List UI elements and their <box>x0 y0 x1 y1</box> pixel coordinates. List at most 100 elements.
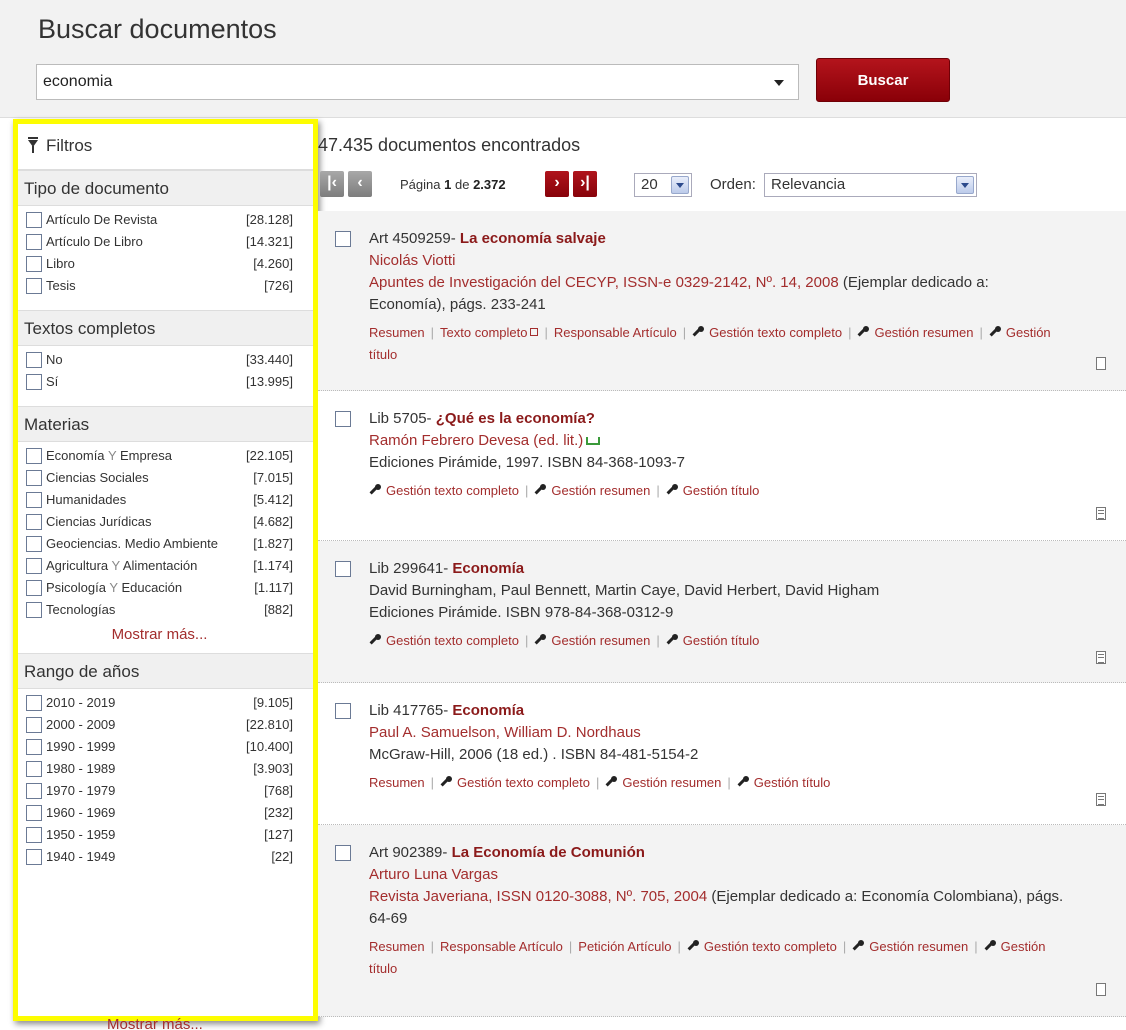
chevron-down-icon[interactable] <box>956 176 974 194</box>
checkbox[interactable] <box>26 739 42 755</box>
checkbox[interactable] <box>335 561 351 577</box>
order-select[interactable]: Relevancia <box>764 173 977 197</box>
filter-option[interactable]: 2000 - 2009 [22.810] <box>26 717 293 733</box>
filter-option[interactable]: Artículo De Libro [14.321] <box>26 234 293 250</box>
search-button[interactable]: Buscar <box>816 58 950 102</box>
checkbox[interactable] <box>26 805 42 821</box>
filter-option[interactable]: Psicología Y Educación [1.117] <box>26 580 293 596</box>
resumen-link[interactable]: Resumen <box>369 939 425 954</box>
manage-summary-link[interactable]: Gestión resumen <box>605 775 721 790</box>
checkbox[interactable] <box>26 374 42 390</box>
result-author-link[interactable]: Arturo Luna Vargas <box>369 864 1069 886</box>
checkbox[interactable] <box>26 352 42 368</box>
last-page-button[interactable]: ›| <box>573 171 597 197</box>
checkbox[interactable] <box>335 845 351 861</box>
filter-option[interactable]: 2010 - 2019 [9.105] <box>26 695 293 711</box>
checkbox[interactable] <box>26 695 42 711</box>
manage-title-link[interactable]: Gestión título <box>666 633 759 648</box>
search-input[interactable] <box>43 65 763 99</box>
result-title-link[interactable]: ¿Qué es la economía? <box>436 410 595 427</box>
result-author-link[interactable]: Paul A. Samuelson, William D. Nordhaus <box>369 722 1069 744</box>
result-title-line: Lib 5705- ¿Qué es la economía? <box>369 408 1069 430</box>
filter-option[interactable]: Tesis [726] <box>26 278 293 294</box>
result-title-link[interactable]: La economía salvaje <box>460 230 606 247</box>
filter-option[interactable]: Ciencias Jurídicas [4.682] <box>26 514 293 530</box>
full-text-link[interactable]: Texto completo <box>440 325 539 340</box>
result-title-link[interactable]: La Economía de Comunión <box>452 844 645 861</box>
checkbox[interactable] <box>26 602 42 618</box>
source-link[interactable]: Apuntes de Investigación del CECYP, ISSN… <box>369 274 839 291</box>
chevron-down-icon[interactable] <box>671 176 689 194</box>
checkbox[interactable] <box>26 492 42 508</box>
filter-option[interactable]: 1980 - 1989 [3.903] <box>26 761 293 777</box>
result-title-link[interactable]: Economía <box>452 560 524 577</box>
filter-option[interactable]: Ciencias Sociales [7.015] <box>26 470 293 486</box>
checkbox[interactable] <box>26 717 42 733</box>
result-title-line: Lib 299641- Economía <box>369 558 1069 580</box>
filter-option-label: Psicología Y Educación <box>46 580 183 595</box>
filter-option[interactable]: Artículo De Revista [28.128] <box>26 212 293 228</box>
show-more-link[interactable]: Mostrar más... <box>107 1016 203 1030</box>
checkbox[interactable] <box>26 827 42 843</box>
show-more-link[interactable]: Mostrar más... <box>26 626 293 643</box>
manage-title-link[interactable]: Gestión título <box>666 483 759 498</box>
filter-option[interactable]: Tecnologías [882] <box>26 602 293 618</box>
resumen-link[interactable]: Resumen <box>369 325 425 340</box>
manage-summary-link[interactable]: Gestión resumen <box>852 939 968 954</box>
manage-full-text-link[interactable]: Gestión texto completo <box>369 633 519 648</box>
checkbox[interactable] <box>26 514 42 530</box>
chevron-down-icon[interactable] <box>774 80 784 86</box>
checkbox[interactable] <box>26 849 42 865</box>
responsable-link[interactable]: Responsable Artículo <box>554 325 677 340</box>
filter-option[interactable]: 1990 - 1999 [10.400] <box>26 739 293 755</box>
filter-option[interactable]: Economía Y Empresa [22.105] <box>26 448 293 464</box>
checkbox[interactable] <box>26 783 42 799</box>
hierarchy-icon[interactable] <box>586 437 601 445</box>
filter-option[interactable]: 1970 - 1979 [768] <box>26 783 293 799</box>
resumen-link[interactable]: Resumen <box>369 775 425 790</box>
next-page-button[interactable]: › <box>545 171 569 197</box>
manage-full-text-link[interactable]: Gestión texto completo <box>369 483 519 498</box>
manage-full-text-link[interactable]: Gestión texto completo <box>440 775 590 790</box>
checkbox[interactable] <box>335 231 351 247</box>
request-article-link[interactable]: Petición Artículo <box>578 939 671 954</box>
manage-full-text-link[interactable]: Gestión texto completo <box>687 939 837 954</box>
result-author-link[interactable]: Ramón Febrero Devesa (ed. lit.) <box>369 432 583 449</box>
checkbox[interactable] <box>26 580 42 596</box>
checkbox[interactable] <box>335 703 351 719</box>
checkbox[interactable] <box>26 278 42 294</box>
prev-page-button[interactable]: ‹ <box>348 171 372 197</box>
filter-option[interactable]: 1950 - 1959 [127] <box>26 827 293 843</box>
result-author-link[interactable]: Nicolás Viotti <box>369 250 1069 272</box>
manage-title-link[interactable]: Gestión título <box>737 775 830 790</box>
filters-header: Filtros <box>18 124 313 170</box>
source-link[interactable]: Revista Javeriana, ISSN 0120-3088, Nº. 7… <box>369 888 707 905</box>
manage-full-text-link[interactable]: Gestión texto completo <box>692 325 842 340</box>
filter-group-title: Textos completos <box>18 310 313 346</box>
checkbox[interactable] <box>26 470 42 486</box>
checkbox[interactable] <box>26 536 42 552</box>
filter-option[interactable]: Humanidades [5.412] <box>26 492 293 508</box>
filter-option[interactable]: Agricultura Y Alimentación [1.174] <box>26 558 293 574</box>
manage-summary-link[interactable]: Gestión resumen <box>534 483 650 498</box>
checkbox[interactable] <box>26 212 42 228</box>
first-page-button[interactable]: |‹ <box>320 171 344 197</box>
checkbox[interactable] <box>26 234 42 250</box>
manage-summary-link[interactable]: Gestión resumen <box>534 633 650 648</box>
checkbox[interactable] <box>26 558 42 574</box>
filter-option[interactable]: 1940 - 1949 [22] <box>26 849 293 865</box>
checkbox[interactable] <box>26 256 42 272</box>
filter-option[interactable]: 1960 - 1969 [232] <box>26 805 293 821</box>
manage-summary-link[interactable]: Gestión resumen <box>857 325 973 340</box>
responsable-link[interactable]: Responsable Artículo <box>440 939 563 954</box>
checkbox[interactable] <box>26 448 42 464</box>
filter-option[interactable]: Geociencias. Medio Ambiente [1.827] <box>26 536 293 552</box>
checkbox[interactable] <box>335 411 351 427</box>
per-page-select[interactable]: 20 <box>634 173 692 197</box>
filter-option[interactable]: Sí [13.995] <box>26 374 293 390</box>
result-title-link[interactable]: Economía <box>452 702 524 719</box>
checkbox[interactable] <box>26 761 42 777</box>
filter-option[interactable]: Libro [4.260] <box>26 256 293 272</box>
filter-option[interactable]: No [33.440] <box>26 352 293 368</box>
search-combobox[interactable] <box>36 64 799 100</box>
